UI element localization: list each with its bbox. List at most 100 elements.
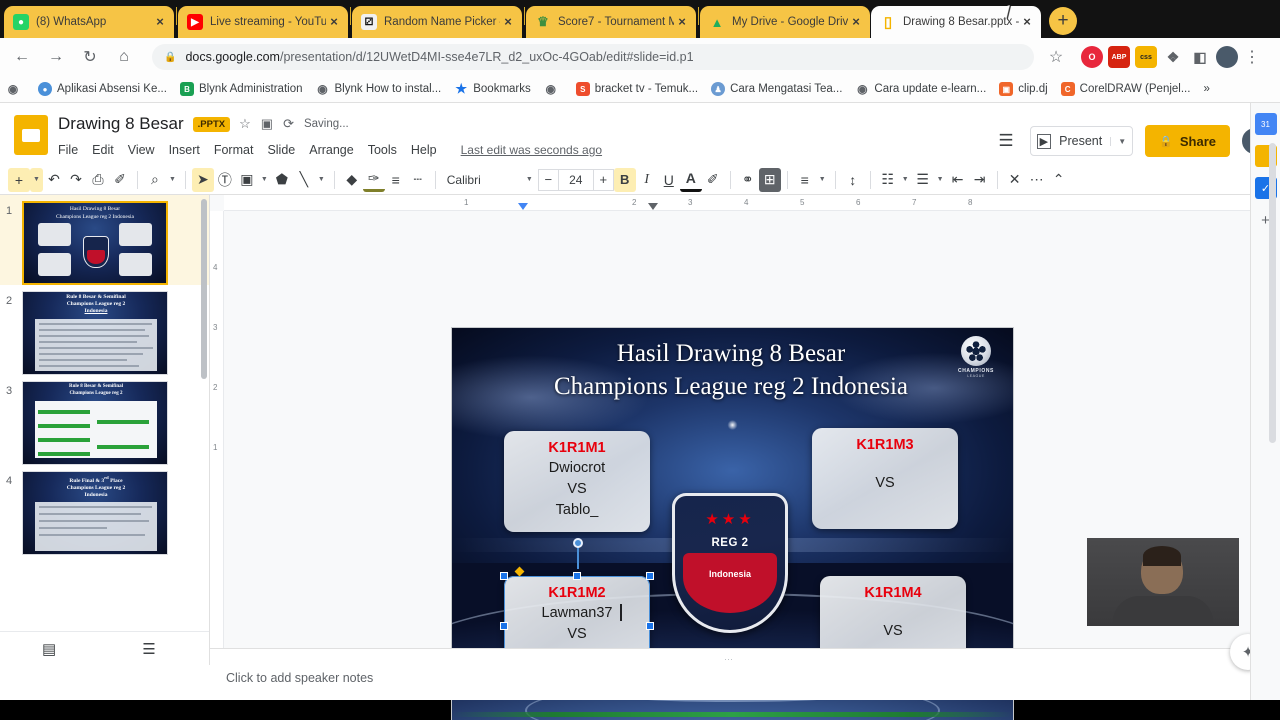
- star-icon[interactable]: ☆: [239, 116, 251, 132]
- sidebar-icon[interactable]: ◧: [1189, 46, 1211, 68]
- menu-help[interactable]: Help: [411, 143, 437, 157]
- grid-view-icon[interactable]: ☰: [142, 640, 155, 658]
- select-tool-icon[interactable]: ➤: [191, 167, 214, 192]
- browser-tab-3[interactable]: ♛ Score7 - Tournament M ×: [526, 6, 696, 38]
- insert-image-icon[interactable]: ▣: [236, 168, 258, 192]
- tab-close-icon[interactable]: ×: [500, 14, 516, 30]
- bookmarks-overflow[interactable]: »: [1203, 83, 1209, 95]
- menu-arrange[interactable]: Arrange: [309, 143, 353, 157]
- css-extension-icon[interactable]: css: [1135, 46, 1157, 68]
- clear-formatting-icon[interactable]: ✕: [1004, 168, 1026, 192]
- menu-slide[interactable]: Slide: [267, 143, 295, 157]
- resize-handle-w[interactable]: [500, 622, 508, 630]
- canvas-scrollbar[interactable]: [1269, 143, 1276, 443]
- increase-indent-icon[interactable]: ⇥: [969, 168, 991, 192]
- numbered-list-icon[interactable]: ☷: [877, 168, 899, 192]
- slide-thumbnail-4[interactable]: 4 Rule Final & 3rd Place Champions League…: [0, 465, 209, 555]
- bookmark-item[interactable]: ★ Bookmarks: [454, 81, 530, 96]
- filmstrip-view-icon[interactable]: ▤: [42, 640, 56, 658]
- bold-button[interactable]: B: [613, 167, 636, 192]
- bookmark-item[interactable]: B Blynk Administration: [179, 82, 303, 96]
- calendar-icon[interactable]: 31: [1254, 113, 1277, 135]
- puzzle-extension-icon[interactable]: ❖: [1162, 46, 1184, 68]
- menu-view[interactable]: View: [128, 143, 155, 157]
- bookmark-item[interactable]: ◉: [6, 82, 25, 96]
- italic-button[interactable]: I: [636, 168, 658, 192]
- menu-edit[interactable]: Edit: [92, 143, 114, 157]
- abp-extension-icon[interactable]: ABP: [1108, 46, 1130, 68]
- resize-handle-ne[interactable]: [646, 572, 654, 580]
- add-comment-icon[interactable]: ⊞: [758, 167, 781, 192]
- slide-thumbnail-1[interactable]: 1 Hasil Drawing 8 Besar Champions League …: [0, 195, 209, 285]
- fill-color-icon[interactable]: ◆: [341, 168, 363, 192]
- forward-icon[interactable]: →: [42, 43, 70, 71]
- font-size-value[interactable]: 24: [558, 168, 593, 191]
- bookmark-item[interactable]: C CorelDRAW (Penjel...: [1060, 82, 1190, 96]
- indent-marker-left[interactable]: [518, 203, 528, 210]
- move-to-folder-icon[interactable]: ▣: [261, 116, 273, 132]
- menu-format[interactable]: Format: [214, 143, 254, 157]
- bulleted-list-icon[interactable]: ☰: [912, 168, 934, 192]
- paint-format-icon[interactable]: ✐: [109, 168, 131, 192]
- share-button[interactable]: 🔒 Share: [1145, 125, 1230, 157]
- resize-handle-e[interactable]: [646, 622, 654, 630]
- decrease-indent-icon[interactable]: ⇤: [947, 168, 969, 192]
- menu-file[interactable]: File: [58, 143, 78, 157]
- collapse-toolbar-icon[interactable]: ⌃: [1048, 168, 1070, 192]
- region-crest-icon[interactable]: ★★★ REG 2 Indonesia: [672, 493, 788, 633]
- menu-insert[interactable]: Insert: [169, 143, 200, 157]
- bookmark-item[interactable]: ● Aplikasi Absensi Ke...: [38, 82, 167, 96]
- comment-history-icon[interactable]: ☰: [998, 131, 1013, 151]
- chevron-down-icon[interactable]: ▼: [1110, 136, 1126, 146]
- image-caret-icon[interactable]: ▼: [258, 168, 271, 192]
- undo-icon[interactable]: ↶: [43, 168, 65, 192]
- browser-tab-5-active[interactable]: ▯ Drawing 8 Besar.pptx - G ×: [871, 6, 1041, 38]
- textbox-icon[interactable]: Ⓣ: [214, 168, 236, 192]
- highlight-color-icon[interactable]: ✐: [702, 168, 724, 192]
- tab-close-icon[interactable]: ×: [152, 14, 168, 30]
- line-icon[interactable]: ╲: [293, 168, 315, 192]
- tab-close-icon[interactable]: ×: [1019, 14, 1035, 30]
- document-title[interactable]: Drawing 8 Besar: [58, 114, 184, 134]
- font-family-select[interactable]: Calibri ▼: [442, 169, 538, 191]
- present-button[interactable]: ▶ Present ▼: [1029, 126, 1134, 156]
- tab-close-icon[interactable]: ×: [848, 14, 864, 30]
- more-options-icon[interactable]: ⋯: [1026, 168, 1048, 192]
- print-icon[interactable]: ⎙: [87, 168, 109, 192]
- browser-tab-0[interactable]: ● (8) WhatsApp ×: [4, 6, 174, 38]
- border-color-icon[interactable]: ✑: [362, 168, 385, 192]
- match-box-k1r1m1[interactable]: K1R1M1 Dwiocrot VS Tablo_: [504, 431, 650, 532]
- horizontal-ruler[interactable]: 1 2 3 4 5 6 7 8: [224, 195, 1250, 211]
- bulleted-list-caret-icon[interactable]: ▼: [934, 168, 947, 192]
- slide-thumbnail-2[interactable]: 2 Rule 8 Besar & Semifinal Champions Leag…: [0, 285, 209, 375]
- browser-tab-1[interactable]: ▶ Live streaming - YouTub ×: [178, 6, 348, 38]
- border-dash-icon[interactable]: ┄: [407, 168, 429, 192]
- bookmark-item[interactable]: ◉ Cara update e-learn...: [855, 82, 986, 96]
- slide-filmstrip[interactable]: 1 Hasil Drawing 8 Besar Champions League …: [0, 195, 210, 665]
- new-tab-button[interactable]: +: [1049, 7, 1077, 35]
- slide-title[interactable]: Hasil Drawing 8 Besar Champions League r…: [486, 337, 976, 403]
- font-size-decrease-button[interactable]: −: [537, 168, 559, 191]
- bookmark-item[interactable]: ◉ Blynk How to instal...: [316, 82, 441, 96]
- insert-link-icon[interactable]: ⚭: [737, 168, 759, 192]
- resize-handle-n[interactable]: [573, 572, 581, 580]
- new-slide-button[interactable]: +: [8, 167, 30, 192]
- line-caret-icon[interactable]: ▼: [315, 168, 328, 192]
- vertical-ruler[interactable]: 4 3 2 1: [210, 211, 224, 665]
- border-weight-icon[interactable]: ≡: [385, 168, 407, 192]
- bookmark-item[interactable]: ▣ clip.dj: [999, 82, 1048, 96]
- indent-marker-right[interactable]: [648, 203, 658, 210]
- bookmark-item[interactable]: Sbracket tv - Temuk...: [575, 82, 698, 96]
- browser-tab-4[interactable]: ▲ My Drive - Google Drive ×: [700, 6, 870, 38]
- shape-icon[interactable]: ⬟: [271, 168, 293, 192]
- resize-handle-nw[interactable]: [500, 572, 508, 580]
- zoom-icon[interactable]: ⌕: [144, 168, 166, 192]
- line-spacing-icon[interactable]: ↕: [842, 168, 864, 192]
- bookmark-star-icon[interactable]: ☆: [1042, 43, 1070, 71]
- home-icon[interactable]: ⌂: [110, 43, 138, 71]
- underline-button[interactable]: U: [658, 168, 680, 192]
- back-icon[interactable]: ←: [8, 43, 36, 71]
- rotation-handle[interactable]: [573, 538, 583, 548]
- new-slide-caret-icon[interactable]: ▼: [30, 167, 43, 192]
- filmstrip-scrollbar[interactable]: [201, 199, 207, 379]
